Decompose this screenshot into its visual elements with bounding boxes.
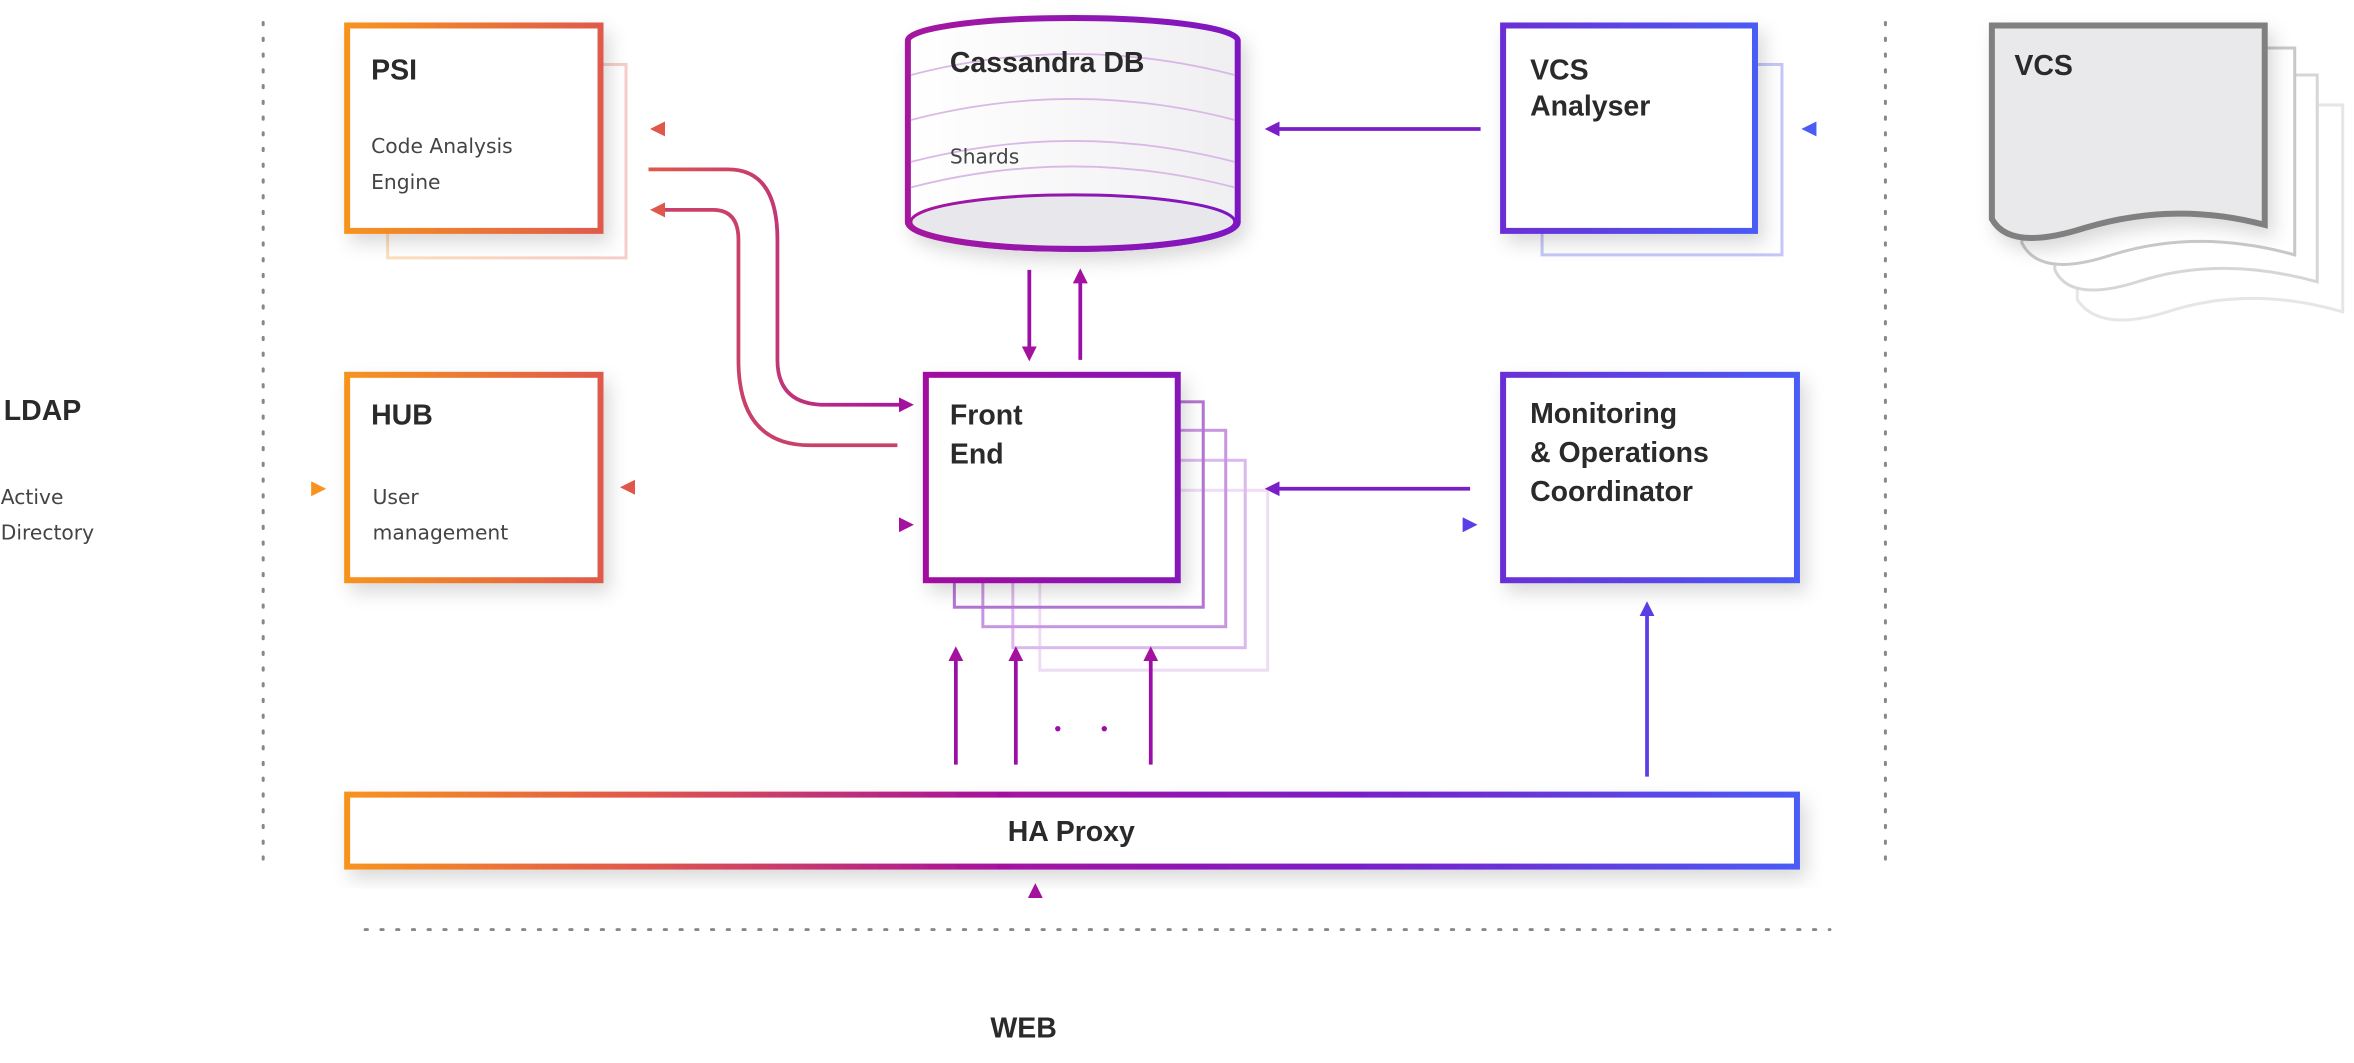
ldap-title: LDAP <box>4 395 82 427</box>
psi-subtitle-2: Engine <box>371 170 440 194</box>
monitoring-title-3: Coordinator <box>1530 476 1693 508</box>
monitoring-title-2: & Operations <box>1530 437 1709 469</box>
hub-node[interactable]: HUB User management <box>344 371 604 584</box>
front-end-node[interactable]: Front End <box>922 371 1270 672</box>
vcs-title: VCS <box>2014 50 2073 82</box>
vcs-analyser-title-1: VCS <box>1530 54 1589 86</box>
psi-subtitle-1: Code Analysis <box>371 134 513 158</box>
hub-subtitle-2: management <box>373 521 509 545</box>
vcs-analyser-title-2: Analyser <box>1530 90 1650 122</box>
ha-proxy-node[interactable]: HA Proxy <box>344 791 1800 870</box>
ellipsis-dot <box>1055 725 1061 732</box>
front-end-title-1: Front <box>950 399 1023 431</box>
web-title: WEB <box>990 1013 1056 1045</box>
monitoring-title-1: Monitoring <box>1530 398 1677 430</box>
psi-title: PSI <box>371 54 417 86</box>
hub-subtitle-1: User <box>373 485 420 509</box>
psi-node[interactable]: PSI Code Analysis Engine <box>344 22 628 260</box>
arrow-psi-to-front-end <box>648 167 914 413</box>
front-end-title-2: End <box>950 438 1004 470</box>
ldap-subtitle-2: Directory <box>1 521 94 545</box>
hub-title: HUB <box>371 399 433 431</box>
cassandra-node[interactable]: Cassandra DB Shards <box>904 15 1241 252</box>
ellipsis-dot <box>1101 725 1107 732</box>
architecture-diagram: PSI Code Analysis Engine Cassandra DB Sh… <box>1 15 2345 1045</box>
ha-proxy-title: HA Proxy <box>1008 816 1135 848</box>
vcs-node[interactable]: VCS <box>1988 22 2345 322</box>
vcs-analyser-node[interactable]: VCS Analyser <box>1500 22 1784 257</box>
cassandra-subtitle: Shards <box>950 144 1019 168</box>
ldap-subtitle-1: Active <box>1 485 64 509</box>
monitoring-node[interactable]: Monitoring & Operations Coordinator <box>1500 371 1800 584</box>
cassandra-title: Cassandra DB <box>950 47 1145 79</box>
